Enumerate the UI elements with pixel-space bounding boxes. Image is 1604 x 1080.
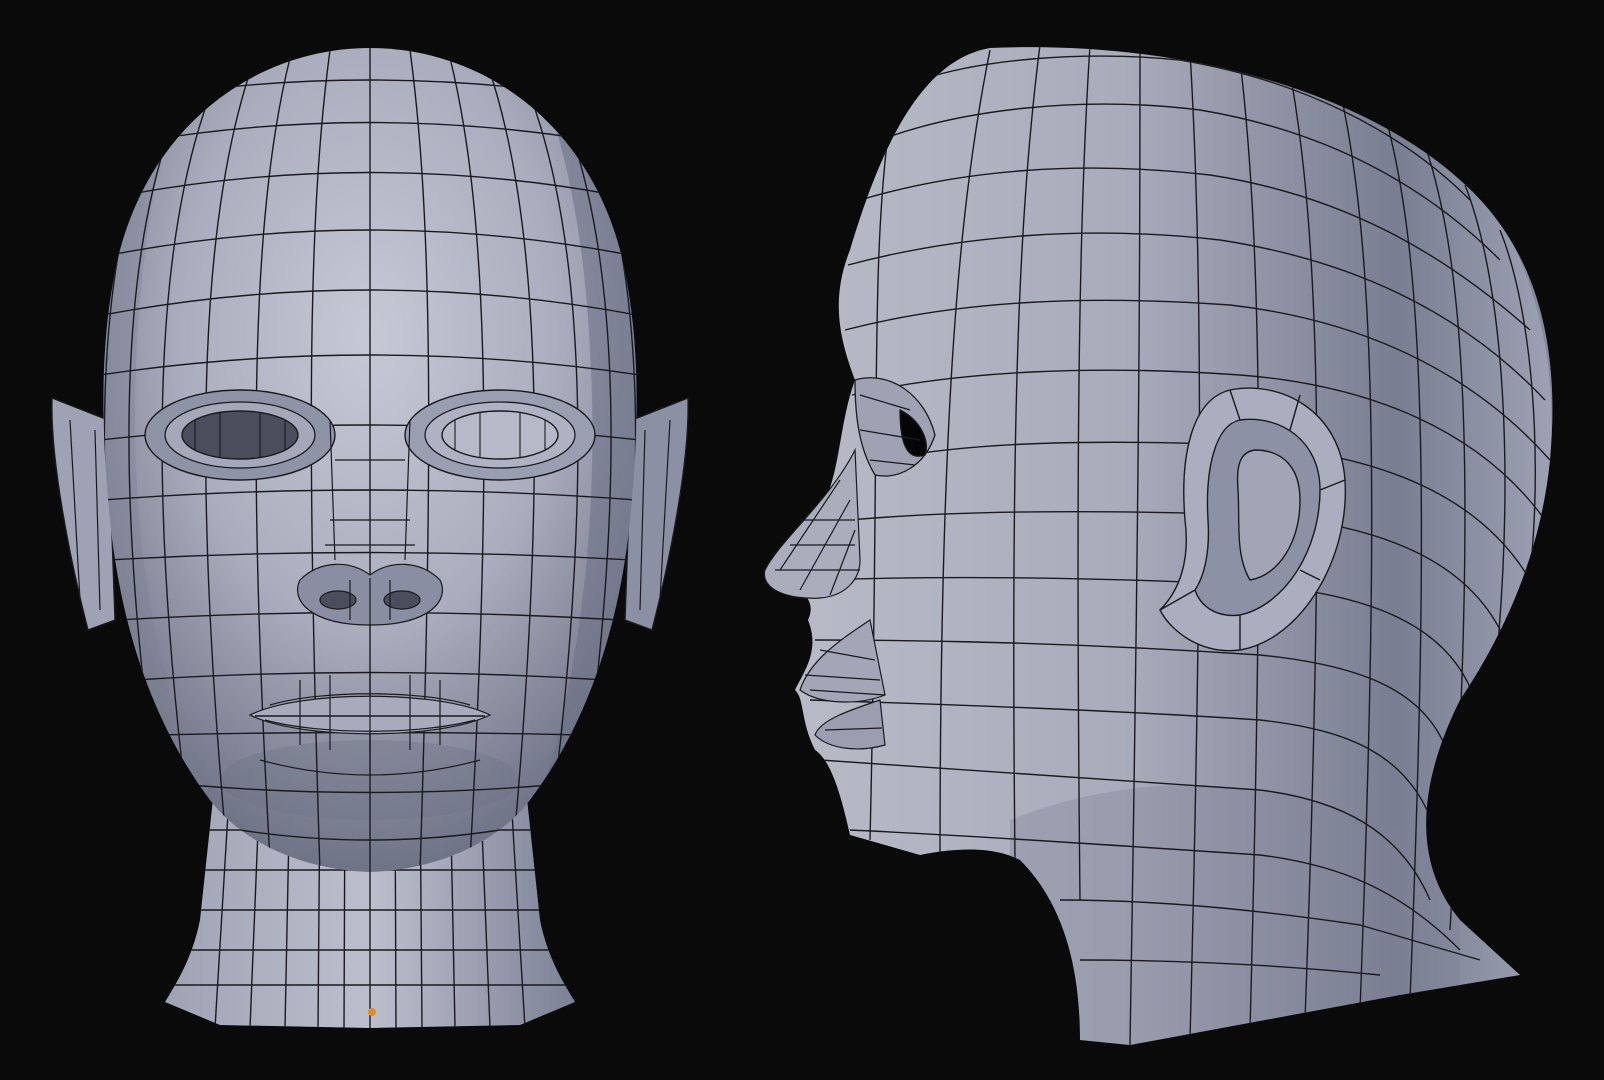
side-view[interactable]: [760, 0, 1604, 1080]
3d-viewport[interactable]: [0, 0, 1604, 1080]
front-left-eye: [144, 389, 336, 481]
front-view[interactable]: [0, 0, 760, 1080]
side-nose: [763, 447, 861, 599]
front-right-eye: [404, 389, 596, 481]
side-head-mesh[interactable]: [760, 0, 1604, 1080]
origin-point[interactable]: [368, 1008, 376, 1016]
front-head-mesh[interactable]: [0, 0, 760, 1080]
